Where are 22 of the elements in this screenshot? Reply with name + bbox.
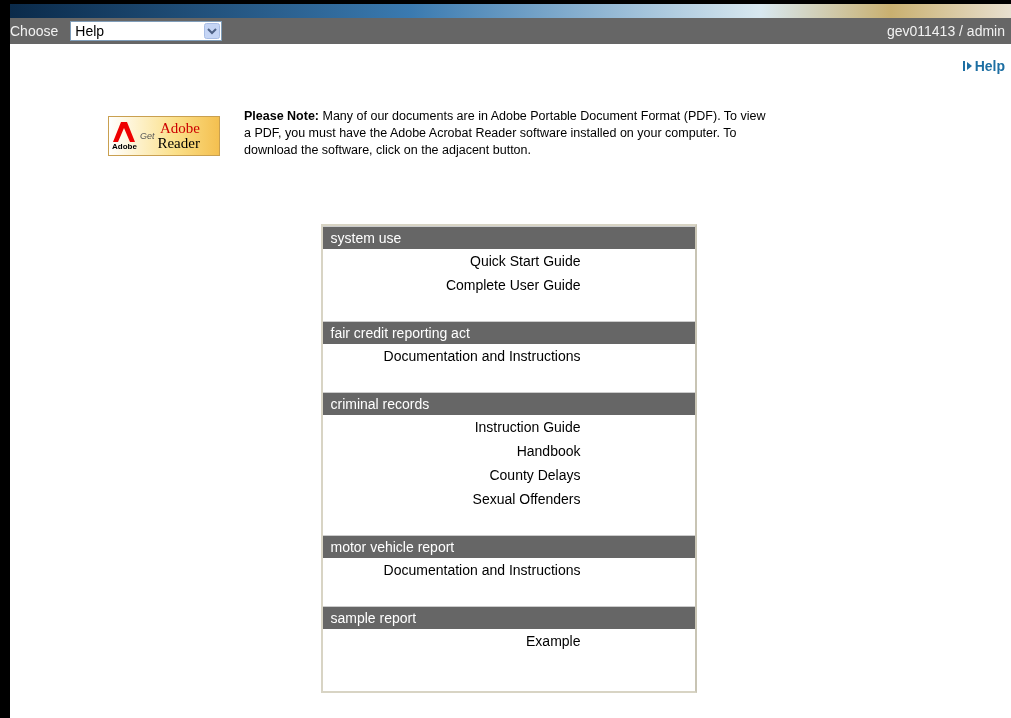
section-header: criminal records (322, 392, 695, 415)
section-header: sample report (322, 606, 695, 629)
document-link[interactable]: Complete User Guide (445, 273, 581, 297)
help-link[interactable]: Help (962, 58, 1005, 74)
section-header: system use (322, 226, 695, 249)
section-select[interactable]: Help (70, 21, 223, 41)
document-link[interactable]: Sexual Offenders (472, 487, 581, 511)
document-link[interactable]: Documentation and Instructions (383, 558, 581, 582)
choose-label: Choose (10, 23, 60, 39)
dropdown-icon[interactable] (204, 23, 221, 39)
section-header: fair credit reporting act (322, 321, 695, 344)
document-link[interactable]: County Delays (489, 463, 581, 487)
document-link[interactable]: Quick Start Guide (470, 249, 581, 273)
help-arrow-icon[interactable] (962, 61, 972, 71)
document-link[interactable]: Example (526, 629, 581, 653)
adobe-logo-icon[interactable] (113, 121, 136, 142)
document-link[interactable]: Instruction Guide (474, 415, 581, 439)
section-header: motor vehicle report (322, 535, 695, 558)
document-link[interactable]: Documentation and Instructions (383, 344, 581, 368)
document-link[interactable]: Handbook (516, 439, 581, 463)
user-label: gev011413 / admin (886, 23, 1005, 39)
pdf-note: Please Note: Many of our documents are in Adobe Portable Document Format (PDF). To view a PDF, you must have the Adobe Acrobat Reader software installed on your computer. To download the software, click on the adjacent button. (244, 108, 767, 159)
